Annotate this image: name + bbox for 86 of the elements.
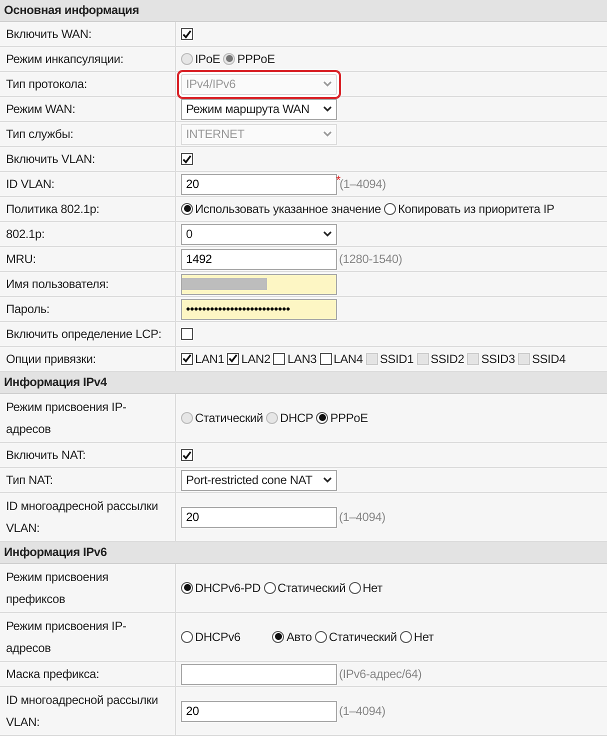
field-label: Включить WAN:: [6, 26, 92, 42]
option-label: DHCPv6: [195, 630, 240, 644]
field-label: ID VLAN:: [6, 176, 54, 192]
option-label: Нет: [414, 630, 434, 644]
checkbox[interactable]: [181, 352, 193, 365]
radio-button[interactable]: [264, 582, 276, 594]
radio-button[interactable]: [272, 630, 284, 643]
input-field[interactable]: [181, 274, 337, 294]
dropdown[interactable]: 0: [181, 224, 337, 244]
option-label: PPPoE: [330, 410, 368, 426]
option-label: Нет: [362, 580, 382, 596]
field-label: ID многоадресной рассылки VLAN:: [6, 498, 159, 537]
checkbox[interactable]: [320, 352, 332, 365]
field-label: Включить определение LCP:: [6, 326, 162, 342]
field-label: MRU:: [6, 252, 36, 266]
option-label: LAN4: [334, 352, 363, 366]
option-label: SSID4: [532, 352, 566, 366]
field-label: Режим присвоения IP-адресов: [6, 399, 128, 438]
radio-button[interactable]: [181, 582, 193, 594]
checkbox[interactable]: [181, 449, 193, 461]
radio-button[interactable]: [316, 412, 328, 424]
option-label: DHCP: [280, 410, 314, 426]
field-label: Режим инкапсуляции:: [6, 52, 124, 66]
field-label: Опции привязки:: [6, 352, 96, 366]
option-label: Статический: [195, 410, 264, 426]
option-label: SSID3: [481, 352, 515, 366]
field-label: Режим присвоения IP-адресов: [6, 618, 128, 657]
field-label: Тип NAT:: [6, 472, 53, 488]
field-label: Политика 802.1p:: [6, 202, 100, 216]
checkbox[interactable]: [227, 352, 240, 365]
field-label: Режим присвоения префиксов: [6, 569, 110, 608]
option-label: PPPoE: [237, 52, 275, 66]
option-label: DHCPv6-PD: [195, 580, 261, 596]
option-label: LAN1: [195, 352, 224, 366]
password-field[interactable]: ••••••••••••••••••••••••••: [181, 298, 337, 320]
radio-button[interactable]: [314, 630, 327, 643]
radio-button[interactable]: [400, 630, 412, 643]
field-label: Тип протокола:: [6, 76, 87, 92]
checkbox[interactable]: [273, 352, 286, 365]
section-header: Информация IPv6: [0, 542, 607, 564]
field-label: ID многоадресной рассылки VLAN:: [6, 692, 159, 731]
option-label: Использовать указанное значение: [195, 202, 381, 216]
checkbox[interactable]: [181, 153, 193, 165]
option-label: Копировать из приоритета IP: [398, 202, 554, 216]
option-label: SSID1: [380, 352, 414, 366]
field-label: Имя пользователя:: [6, 276, 109, 292]
dropdown[interactable]: Режим маршрута WAN: [181, 98, 337, 120]
option-label: LAN3: [287, 352, 317, 366]
option-label: Авто: [286, 630, 312, 644]
option-label: IPoE: [195, 52, 220, 66]
field-label: Пароль:: [6, 302, 50, 316]
input-field[interactable]: 20: [181, 174, 337, 194]
range-hint: (1–4094): [339, 176, 386, 192]
caret-icon: [323, 477, 332, 483]
field-label: Включить VLAN:: [6, 152, 96, 166]
checkbox[interactable]: [181, 328, 193, 340]
field-label: Маска префикса:: [6, 666, 100, 682]
caret-icon: [323, 231, 332, 237]
radio-button[interactable]: [348, 582, 361, 594]
field-label: Включить NAT:: [6, 448, 86, 462]
caret-icon: [323, 81, 332, 87]
caret-icon: [323, 131, 332, 137]
input-field[interactable]: 1492: [181, 248, 337, 270]
input-field[interactable]: 20: [181, 700, 337, 722]
option-label: Статический: [278, 580, 346, 596]
range-hint: (1280-1540): [339, 252, 402, 266]
option-label: SSID2: [430, 352, 464, 366]
field-label: 802.1p:: [6, 226, 45, 242]
required-mark: *: [336, 173, 340, 187]
radio-button[interactable]: [181, 202, 193, 215]
range-hint: (1–4094): [339, 510, 386, 524]
option-label: LAN2: [241, 352, 270, 366]
field-label: Режим WAN:: [6, 102, 76, 116]
radio-button[interactable]: [384, 202, 396, 215]
range-hint: (IPv6-адрес/64): [339, 666, 422, 682]
input-field[interactable]: 20: [181, 506, 337, 528]
field-label: Тип службы:: [6, 126, 74, 142]
section-header: Информация IPv4: [0, 372, 607, 394]
option-label: Статический: [328, 630, 397, 644]
caret-icon: [323, 106, 332, 112]
input-field[interactable]: [181, 664, 337, 684]
checkbox[interactable]: [181, 28, 193, 40]
section-header: Основная информация: [0, 0, 607, 22]
range-hint: (1–4094): [339, 704, 386, 718]
dropdown[interactable]: Port-restricted cone NAT: [181, 470, 337, 490]
radio-button[interactable]: [181, 630, 193, 643]
